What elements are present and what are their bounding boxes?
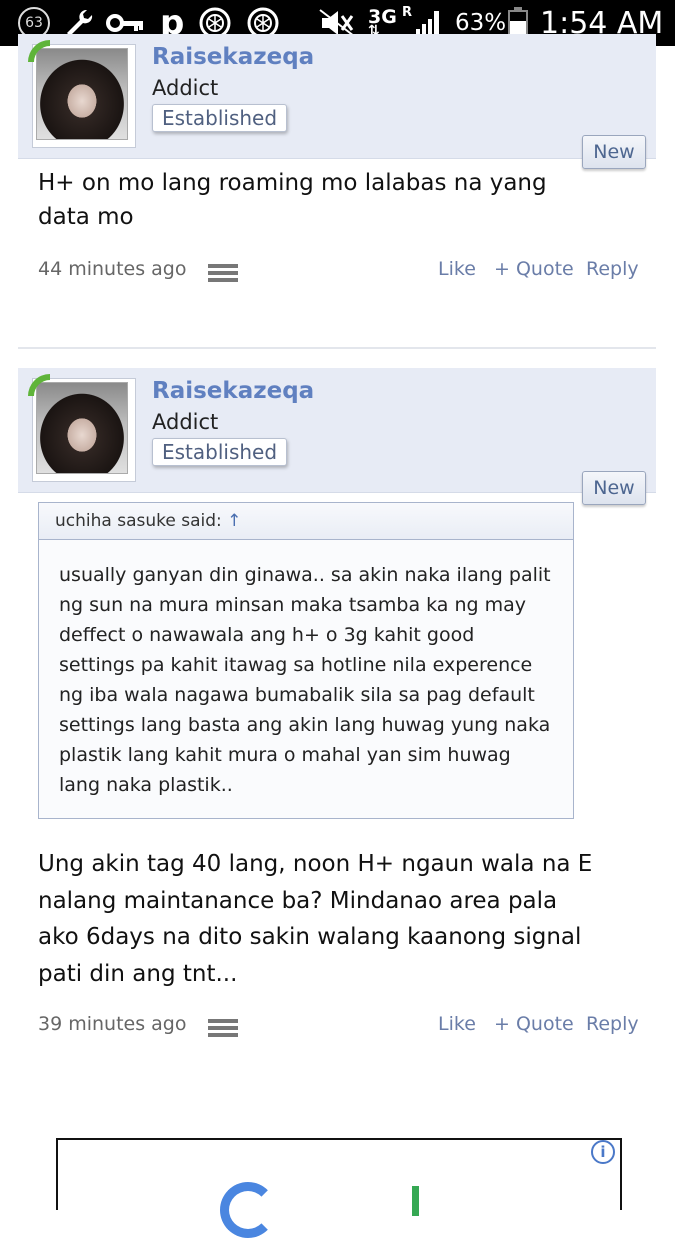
quote-body: usually ganyan din ginawa.. sa akin naka…: [59, 564, 551, 796]
reply-button[interactable]: Reply: [586, 1013, 639, 1035]
quote-button[interactable]: + Quote: [494, 1013, 574, 1035]
quote-author: uchiha sasuke said:: [55, 511, 222, 531]
menu-icon[interactable]: [208, 1019, 238, 1037]
like-button[interactable]: Like: [438, 258, 476, 280]
post-message: H+ on mo lang roaming mo lalabas na yang…: [38, 170, 547, 230]
like-button[interactable]: Like: [438, 1013, 476, 1035]
username-link[interactable]: Raisekazeqa: [152, 378, 314, 404]
rank-badge: Established: [152, 104, 288, 132]
up-arrow-icon[interactable]: ↑: [227, 511, 241, 531]
roaming-label: R: [402, 4, 413, 20]
post-time: 39 minutes ago: [38, 1013, 187, 1035]
rank-badge: Established: [152, 438, 288, 466]
post-time: 44 minutes ago: [38, 258, 187, 280]
quote-header[interactable]: uchiha sasuke said: ↑: [39, 503, 573, 540]
menu-icon[interactable]: [208, 264, 238, 282]
user-panel: Raisekazeqa Addict Established: [18, 34, 656, 159]
new-post-tag[interactable]: New: [582, 135, 646, 169]
ad-logo-icon: [220, 1182, 276, 1238]
post-footer: 44 minutes ago Like + Quote Reply: [38, 258, 639, 288]
user-title: Addict: [152, 76, 219, 100]
post-message: Ung akin tag 40 lang, noon H+ ngaun wala…: [38, 851, 593, 987]
ad-logo-icon: [412, 1186, 419, 1216]
quote-block: uchiha sasuke said: ↑ usually ganyan din…: [38, 502, 574, 819]
reply-button[interactable]: Reply: [586, 258, 639, 280]
info-icon[interactable]: i: [591, 1140, 615, 1164]
new-post-tag[interactable]: New: [582, 471, 646, 505]
post-footer: 39 minutes ago Like + Quote Reply: [38, 1013, 639, 1043]
user-panel: Raisekazeqa Addict Established: [18, 368, 656, 493]
user-title: Addict: [152, 410, 219, 434]
ad-banner[interactable]: [56, 1138, 622, 1210]
quote-button[interactable]: + Quote: [494, 258, 574, 280]
username-link[interactable]: Raisekazeqa: [152, 44, 314, 70]
post-divider: [18, 347, 656, 349]
